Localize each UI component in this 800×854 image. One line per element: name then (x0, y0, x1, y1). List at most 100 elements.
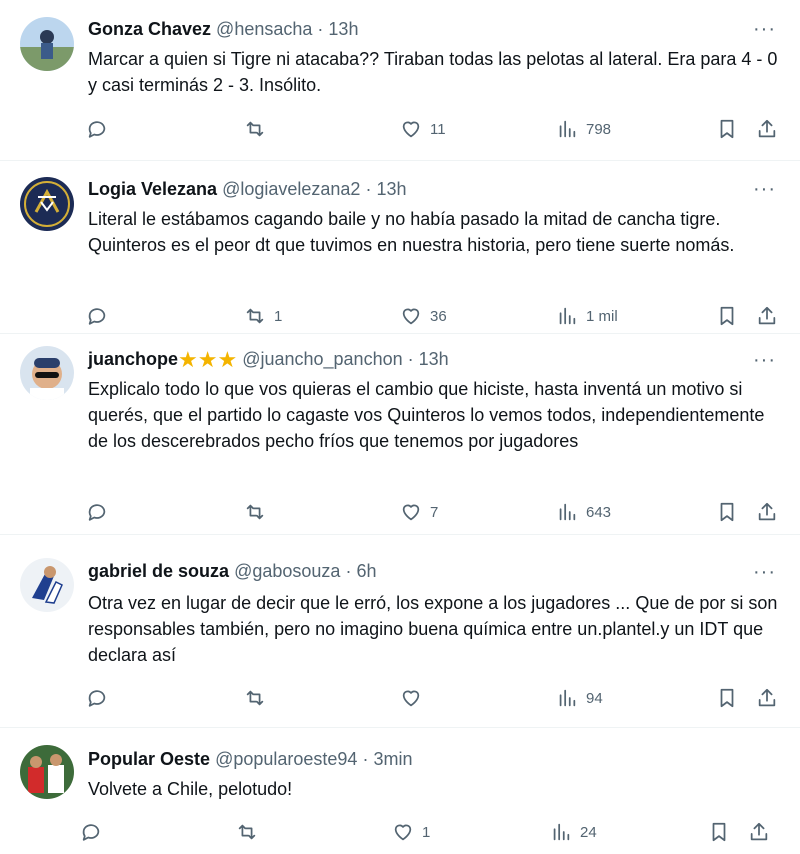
share-button[interactable] (756, 685, 778, 711)
retweet-button[interactable] (244, 499, 274, 525)
retweet-button[interactable] (244, 116, 274, 142)
reply-icon (88, 690, 106, 707)
retweet-icon (246, 308, 264, 324)
tweet-header: Logia Velezana @logiavelezana2 · 13h (88, 178, 407, 200)
avatar[interactable] (20, 558, 74, 612)
timestamp[interactable]: 13h (419, 349, 449, 369)
tweet[interactable]: juanchope★★★ @juancho_panchon · 13h ··· … (0, 334, 800, 535)
bookmark-button[interactable] (716, 499, 738, 525)
views-button[interactable]: 1 mil (556, 303, 618, 329)
reply-button[interactable] (86, 499, 116, 525)
like-count: 11 (430, 120, 446, 138)
display-name[interactable]: juanchope (88, 349, 178, 369)
share-button[interactable] (756, 499, 778, 525)
like-button[interactable]: 7 (400, 499, 438, 525)
tweet[interactable]: Popular Oeste @popularoeste94 · 3min Vol… (0, 728, 800, 854)
action-bar: 94 (86, 685, 780, 711)
tweet-text: Marcar a quien si Tigre ni atacaba?? Tir… (88, 49, 778, 95)
share-icon (758, 688, 776, 707)
username[interactable]: @logiavelezana2 (222, 179, 360, 199)
display-name[interactable]: Logia Velezana (88, 179, 217, 199)
bookmark-icon (720, 306, 734, 326)
like-button[interactable]: 11 (400, 116, 446, 142)
retweet-button[interactable] (244, 685, 274, 711)
tweet[interactable]: Gonza Chavez @hensacha · 13h ··· Marcar … (0, 0, 800, 161)
retweet-button[interactable] (236, 819, 266, 845)
timestamp[interactable]: 13h (376, 179, 406, 199)
action-bar: 7 643 (86, 499, 780, 525)
retweet-count: 1 (274, 307, 283, 325)
timestamp[interactable]: 3min (373, 749, 412, 769)
avatar[interactable] (20, 177, 74, 231)
more-options-button[interactable]: ··· (753, 350, 776, 370)
timestamp[interactable]: 13h (328, 19, 358, 39)
share-icon (758, 119, 776, 138)
like-icon (394, 824, 412, 841)
reply-icon (88, 504, 106, 521)
views-button[interactable]: 24 (550, 819, 597, 845)
like-button[interactable]: 1 (392, 819, 430, 845)
username[interactable]: @popularoeste94 (215, 749, 357, 769)
view-count: 24 (580, 823, 597, 841)
views-icon (559, 689, 576, 707)
reply-button[interactable] (80, 819, 110, 845)
tweet-text: Explicalo todo lo que vos quieras el cam… (88, 379, 765, 451)
bookmark-icon (720, 688, 734, 708)
reply-button[interactable] (86, 685, 116, 711)
tweet-text: Otra vez en lugar de decir que le erró, … (88, 593, 778, 665)
avatar[interactable] (20, 17, 74, 71)
share-icon (758, 306, 776, 325)
display-name[interactable]: gabriel de souza (88, 561, 229, 581)
views-button[interactable]: 798 (556, 116, 611, 142)
username[interactable]: @juancho_panchon (242, 349, 402, 369)
bookmark-button[interactable] (716, 685, 738, 711)
views-icon (559, 503, 576, 521)
tweet-header: Popular Oeste @popularoeste94 · 3min (88, 748, 412, 770)
share-button[interactable] (756, 116, 778, 142)
timestamp[interactable]: 6h (356, 561, 376, 581)
retweet-icon (246, 121, 264, 137)
like-count: 1 (422, 823, 431, 841)
views-icon (559, 307, 576, 325)
tweet-header: Gonza Chavez @hensacha · 13h (88, 18, 358, 40)
tweet-text: Literal le estábamos cagando baile y no … (88, 209, 735, 255)
tweet-header: juanchope★★★ @juancho_panchon · 13h (88, 348, 449, 371)
reply-button[interactable] (86, 303, 116, 329)
reply-button[interactable] (86, 116, 116, 142)
like-button[interactable]: 36 (400, 303, 447, 329)
username[interactable]: @hensacha (216, 19, 312, 39)
like-button[interactable] (400, 685, 430, 711)
like-icon (402, 690, 420, 707)
avatar[interactable] (20, 745, 74, 799)
separator: · (362, 749, 369, 769)
username[interactable]: @gabosouza (234, 561, 340, 581)
separator: · (317, 19, 324, 39)
share-icon (750, 822, 768, 841)
views-button[interactable]: 94 (556, 685, 603, 711)
reply-icon (82, 824, 100, 841)
views-icon (553, 823, 570, 841)
like-count: 7 (430, 503, 439, 521)
more-options-button[interactable]: ··· (753, 179, 776, 199)
more-options-button[interactable]: ··· (753, 562, 776, 582)
view-count: 643 (586, 503, 612, 521)
share-button[interactable] (756, 303, 778, 329)
tweet-header: gabriel de souza @gabosouza · 6h (88, 560, 376, 582)
tweet[interactable]: gabriel de souza @gabosouza · 6h ··· Otr… (0, 535, 800, 728)
action-bar: 1 24 (82, 819, 780, 845)
retweet-button[interactable]: 1 (244, 303, 282, 329)
bookmark-button[interactable] (716, 303, 738, 329)
bookmark-button[interactable] (708, 819, 730, 845)
display-name[interactable]: Popular Oeste (88, 749, 210, 769)
bookmark-button[interactable] (716, 116, 738, 142)
view-count: 798 (586, 120, 612, 138)
more-options-button[interactable]: ··· (753, 19, 776, 39)
share-button[interactable] (748, 819, 770, 845)
bookmark-icon (712, 822, 726, 842)
views-button[interactable]: 643 (556, 499, 611, 525)
avatar[interactable] (20, 346, 74, 400)
tweet[interactable]: Logia Velezana @logiavelezana2 · 13h ···… (0, 161, 800, 334)
display-name[interactable]: Gonza Chavez (88, 19, 211, 39)
retweet-icon (238, 824, 256, 840)
separator: · (365, 179, 372, 199)
